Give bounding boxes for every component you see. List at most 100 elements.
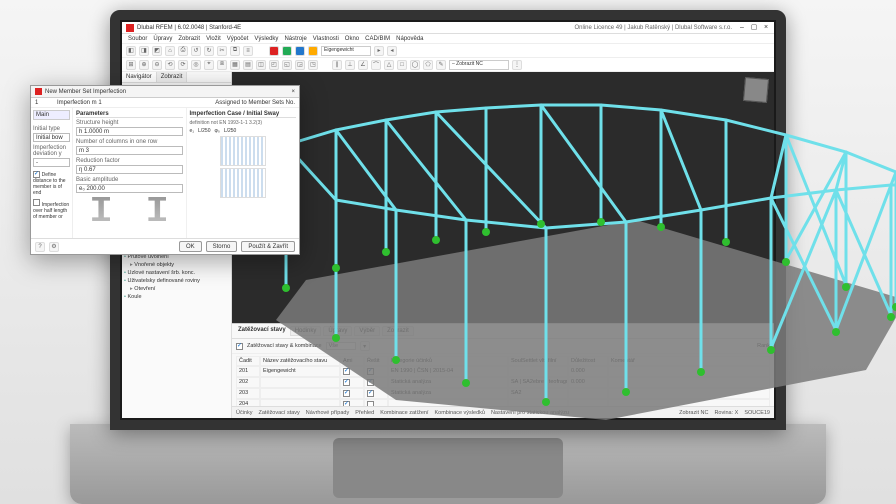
menu-item[interactable]: Vlastnosti	[313, 36, 339, 42]
table-row[interactable]: 202Statická analýzaSA | SA2ebre - teofra…	[236, 377, 770, 388]
menu-item[interactable]: CAD/BIM	[365, 36, 390, 42]
checkbox[interactable]	[236, 343, 243, 350]
checkbox[interactable]	[33, 199, 40, 206]
menu-item[interactable]: Zobrazit	[178, 36, 200, 42]
toolbar-button[interactable]: ⬠	[423, 60, 433, 70]
toolbar-button[interactable]: ◩	[152, 46, 162, 56]
toolbar-button[interactable]: ✂	[217, 46, 227, 56]
toolbar-button[interactable]: ◯	[410, 60, 420, 70]
navigator-tab-zobrazit[interactable]: Zobrazit	[157, 72, 188, 82]
toolbar-button[interactable]: ⟳	[178, 60, 188, 70]
minimize-icon[interactable]: –	[738, 24, 746, 32]
status-tab[interactable]: Nastavení pro statickou analýzu	[491, 410, 569, 416]
toolbar-button[interactable]: ∥	[332, 60, 342, 70]
menu-item[interactable]: Výsledky	[254, 36, 278, 42]
bp-tab[interactable]: Zobrazit	[382, 326, 414, 336]
menu-item[interactable]: Nástroje	[284, 36, 306, 42]
tree-leaf[interactable]: Koule	[124, 293, 229, 301]
apply-close-button[interactable]: Použít & Zavřít	[241, 241, 295, 252]
viewcube-icon[interactable]	[743, 77, 769, 103]
toolbar-button[interactable]: ⊕	[139, 60, 149, 70]
loadcase-combo[interactable]: Eigengewicht	[321, 46, 371, 56]
status-tab[interactable]: Návrhové případy	[306, 410, 349, 416]
toolbar-button[interactable]: ◱	[282, 60, 292, 70]
toolbar-button[interactable]: ◰	[269, 60, 279, 70]
toolbar-button[interactable]	[269, 46, 279, 56]
dialog-close-icon[interactable]: ×	[291, 89, 295, 95]
toolbar-button[interactable]: ⊖	[152, 60, 162, 70]
toolbar-button[interactable]: ≡	[243, 46, 253, 56]
toolbar-button[interactable]: ⎙	[178, 46, 188, 56]
bp-tab[interactable]: Výběr	[354, 326, 380, 336]
menu-item[interactable]: Nápověda	[396, 36, 423, 42]
toolbar-button[interactable]: ⊥	[345, 60, 355, 70]
status-tab[interactable]: Zatěžovací stavy	[259, 410, 300, 416]
tree-node[interactable]: Vnořené objekty	[124, 261, 229, 269]
toolbar-button[interactable]: ◫	[256, 60, 266, 70]
toolbar-button[interactable]: ✎	[436, 60, 446, 70]
status-tab[interactable]: Kombinace zatížení	[380, 410, 428, 416]
height-input[interactable]: h 1.0000 m	[76, 127, 183, 136]
tree-node[interactable]: Otevření	[124, 285, 229, 293]
toolbar-button[interactable]: ◳	[308, 60, 318, 70]
tree-leaf[interactable]: Uzlové nastavení šrb. konc.	[124, 269, 229, 277]
reduction-input[interactable]: η 0.67	[76, 165, 183, 174]
ok-button[interactable]: OK	[179, 241, 202, 252]
toolbar-button[interactable]: ⌂	[165, 46, 175, 56]
status-tab[interactable]: Kombinace výsledků	[435, 410, 485, 416]
status-tab[interactable]: Účinky	[236, 410, 253, 416]
toolbar-button[interactable]: ◂	[387, 46, 397, 56]
toolbar-button[interactable]: □	[397, 60, 407, 70]
toolbar-button[interactable]: ⧈	[217, 60, 227, 70]
3d-viewport[interactable]: Zatěžovací stavy Hodinky Úpravy Výběr Zo…	[232, 72, 774, 418]
toolbar-button[interactable]: ⊞	[126, 60, 136, 70]
toolbar-button[interactable]: ⋮	[512, 60, 522, 70]
view-filter-combo[interactable]: – Zobrazit NC	[449, 60, 509, 70]
number-field[interactable]: 1	[35, 100, 53, 106]
menu-item[interactable]: Výpočet	[227, 36, 249, 42]
toolbar-button[interactable]: ▦	[230, 60, 240, 70]
filter-combo[interactable]: Vše	[326, 342, 356, 350]
toolbar-button[interactable]: ⌒	[371, 60, 381, 70]
menu-item[interactable]: Úpravy	[153, 36, 172, 42]
tree-leaf[interactable]: Uživatelsky definované roviny	[124, 277, 229, 285]
toolbar-button[interactable]	[295, 46, 305, 56]
toolbar-button[interactable]: ▾	[360, 341, 370, 351]
toolbar-button[interactable]: ⌖	[204, 60, 214, 70]
toolbar-button[interactable]: ▤	[243, 60, 253, 70]
toolbar-button[interactable]: ◧	[126, 46, 136, 56]
cancel-button[interactable]: Storno	[206, 241, 238, 252]
toolbar-button[interactable]: ▸	[374, 46, 384, 56]
toolbar-button[interactable]: ∠	[358, 60, 368, 70]
toolbar-button[interactable]	[282, 46, 292, 56]
toolbar-button[interactable]: ↺	[191, 46, 201, 56]
table-row[interactable]: 201EigengewichtEN 1990 | ČSN | 2015-040.…	[236, 366, 770, 377]
navigator-tab-navigator[interactable]: Navigátor	[122, 72, 157, 82]
columns-input[interactable]: m 3	[76, 146, 183, 155]
toolbar-button[interactable]: ◨	[139, 46, 149, 56]
menu-item[interactable]: Okno	[345, 36, 359, 42]
bp-tab[interactable]: Hodinky	[290, 326, 322, 336]
menu-item[interactable]: Soubor	[128, 36, 147, 42]
amplitude-input[interactable]: e₀ 200.00	[76, 184, 183, 193]
toolbar-button[interactable]	[308, 46, 318, 56]
help-icon[interactable]: ?	[35, 242, 45, 252]
toolbar-button[interactable]: △	[384, 60, 394, 70]
table-row[interactable]: 203Statická analýzaSA2	[236, 388, 770, 399]
dialog-nav-tab[interactable]: Main	[33, 110, 70, 120]
checkbox[interactable]	[33, 171, 40, 178]
tolerance-input[interactable]: -	[33, 158, 70, 167]
status-tab[interactable]: Přehled	[355, 410, 374, 416]
toolbar-button[interactable]: ⟲	[165, 60, 175, 70]
bp-tab[interactable]: Úpravy	[323, 326, 352, 336]
initial-type-select[interactable]: Initial bow	[33, 133, 70, 142]
toolbar-button[interactable]: ◎	[191, 60, 201, 70]
toolbar-button[interactable]: ◲	[295, 60, 305, 70]
toolbar-button[interactable]: ⧉	[230, 46, 240, 56]
name-field[interactable]: Imperfection m 1	[57, 100, 127, 106]
settings-icon[interactable]: ⚙	[49, 242, 59, 252]
toolbar-button[interactable]: ↻	[204, 46, 214, 56]
menu-item[interactable]: Vložit	[206, 36, 221, 42]
maximize-icon[interactable]: ▢	[750, 24, 758, 32]
close-icon[interactable]: ×	[762, 24, 770, 32]
